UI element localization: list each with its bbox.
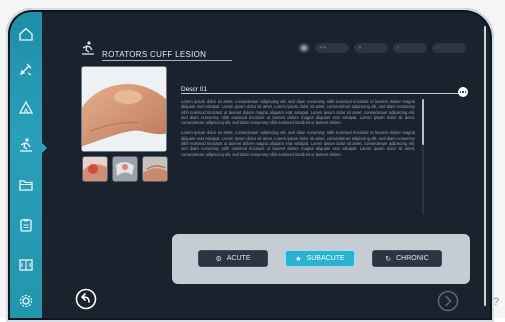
- sidebar-item-reports[interactable]: [10, 212, 42, 238]
- sidebar-item-files[interactable]: [10, 172, 42, 198]
- help-icon[interactable]: ?: [493, 296, 499, 308]
- phase-subacute-button[interactable]: ★ SUBACUTE: [285, 250, 355, 267]
- chevron-right-icon: [437, 290, 459, 312]
- description-divider: [181, 93, 461, 94]
- lesion-photo[interactable]: [81, 66, 167, 152]
- sidebar-item-exercises[interactable]: [10, 132, 42, 158]
- clipboard-icon: [20, 219, 32, 232]
- bone-thumbnail-icon: [113, 157, 137, 181]
- sidebar-item-settings[interactable]: [10, 288, 42, 314]
- description-scroll-thumb[interactable]: [422, 99, 424, 145]
- phase-label: CHRONIC: [396, 255, 429, 262]
- triangle-ruler-icon: [18, 100, 34, 114]
- exercise-figure-icon: ★: [295, 255, 302, 263]
- gear-icon: ⚙: [215, 255, 222, 263]
- back-arrow-icon: [75, 288, 97, 310]
- photo-thumbnails: [82, 156, 168, 182]
- thumbnail-arm[interactable]: [142, 156, 168, 182]
- thumbnail-bone[interactable]: [112, 156, 138, 182]
- description-text: Lorem ipsum dolor sit amet, consectetuer…: [181, 99, 415, 162]
- arm-thumbnail-icon: [143, 157, 167, 181]
- page-title: ROTATORS CUFF LESION: [102, 50, 232, 61]
- back-button[interactable]: [75, 288, 97, 310]
- home-icon: [19, 27, 33, 41]
- next-button[interactable]: [437, 290, 459, 312]
- figure-icon[interactable]: ●: [354, 43, 388, 53]
- circle-icon[interactable]: ○: [432, 43, 466, 53]
- view-toolbar: ●● ● ◐ ○: [298, 43, 466, 53]
- exercise-figure-icon: [20, 138, 32, 152]
- phase-acute-button[interactable]: ⚙ ACUTE: [198, 250, 268, 267]
- sidebar-active-marker: [42, 143, 47, 153]
- people-icon[interactable]: ●●: [315, 43, 349, 53]
- description-heading: Descr 01: [181, 86, 208, 93]
- shoulder-image: [82, 67, 166, 151]
- exercise-figure-icon: [80, 40, 96, 61]
- settings-icon: [19, 294, 33, 308]
- sidebar-item-measure[interactable]: [10, 94, 42, 120]
- folder-icon: [19, 180, 33, 191]
- cycle-icon: ↻: [385, 255, 392, 263]
- split-screen-icon: [19, 259, 33, 271]
- phase-label: ACUTE: [226, 255, 251, 262]
- sidebar-item-draw[interactable]: [10, 56, 42, 82]
- sidebar: [10, 12, 42, 318]
- pen-icon: [19, 63, 32, 76]
- phase-chronic-button[interactable]: ↻ CHRONIC: [372, 250, 442, 267]
- shoulder-thumbnail-icon: [83, 157, 107, 181]
- description-paragraph: Lorem ipsum dolor sit amet, consectetuer…: [181, 99, 415, 126]
- right-rail: [484, 26, 486, 306]
- description-paragraph: Lorem ipsum dolor sit amet, consectetuer…: [181, 130, 415, 157]
- page-header: ROTATORS CUFF LESION: [80, 40, 232, 61]
- phase-selector: ⚙ ACUTE ★ SUBACUTE ↻ CHRONIC: [198, 250, 442, 267]
- more-options-icon[interactable]: [458, 87, 468, 97]
- phase-label: SUBACUTE: [306, 255, 345, 262]
- sidebar-item-compare[interactable]: [10, 252, 42, 278]
- contrast-icon[interactable]: ◐: [393, 43, 427, 53]
- record-icon[interactable]: [298, 43, 310, 53]
- sidebar-item-home[interactable]: [10, 21, 42, 47]
- thumbnail-red-highlight[interactable]: [82, 156, 108, 182]
